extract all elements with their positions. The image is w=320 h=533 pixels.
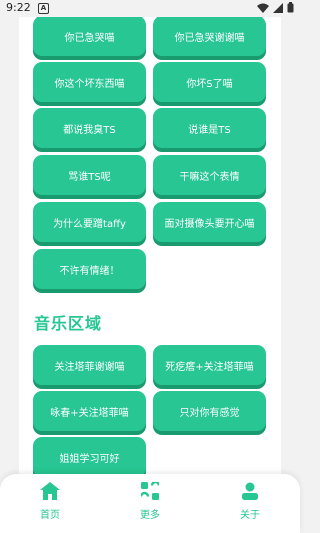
status-icons xyxy=(257,2,294,13)
nav-item-more[interactable]: 更多 xyxy=(125,482,175,521)
nav-label-about: 关于 xyxy=(240,510,260,521)
sound-button[interactable]: 你已急哭喵 xyxy=(33,16,146,56)
sound-button[interactable]: 你这个坏东西喵 xyxy=(33,62,146,102)
wifi-icon xyxy=(257,3,269,13)
music-button[interactable]: 死疙瘩+关注塔菲喵 xyxy=(153,345,266,385)
sound-button[interactable]: 你坏S了喵 xyxy=(153,62,266,102)
sound-button[interactable]: 不许有情绪！ xyxy=(33,249,146,289)
bottom-nav: 首页 更多 关于 xyxy=(0,474,300,533)
sound-button[interactable]: 骂谁TS呢 xyxy=(33,155,146,195)
more-icon xyxy=(141,482,159,500)
music-button[interactable]: 只对你有感觉 xyxy=(153,391,266,431)
battery-icon xyxy=(287,2,294,13)
nav-item-home[interactable]: 首页 xyxy=(25,482,75,521)
status-time: 9:22 xyxy=(6,1,31,14)
status-bar: 9:22 A xyxy=(0,0,300,17)
music-section-title: 音乐区域 xyxy=(34,314,103,333)
notification-icon: A xyxy=(38,3,49,14)
music-button[interactable]: 姐姐学习可好 xyxy=(33,437,146,477)
music-button[interactable]: 关注塔菲谢谢喵 xyxy=(33,345,146,385)
sound-button[interactable]: 干嘛这个表情 xyxy=(153,155,266,195)
signal-icon xyxy=(273,2,283,13)
sound-button[interactable]: 面对摄像头要开心喵 xyxy=(153,202,266,242)
about-icon xyxy=(242,482,258,500)
sound-button[interactable]: 为什么要蹭taffy xyxy=(33,202,146,242)
sound-button[interactable]: 说谁是TS xyxy=(153,108,266,148)
sound-board: 你已急哭喵 你已急哭谢谢喵 你这个坏东西喵 你坏S了喵 都说我臭TS 说谁是TS… xyxy=(19,0,281,533)
sound-button[interactable]: 你已急哭谢谢喵 xyxy=(153,16,266,56)
nav-item-about[interactable]: 关于 xyxy=(225,482,275,521)
home-icon xyxy=(40,482,60,500)
sound-button[interactable]: 都说我臭TS xyxy=(33,108,146,148)
music-button[interactable]: 咏春+关注塔菲喵 xyxy=(33,391,146,431)
nav-label-home: 首页 xyxy=(40,510,60,521)
nav-label-more: 更多 xyxy=(140,510,160,521)
